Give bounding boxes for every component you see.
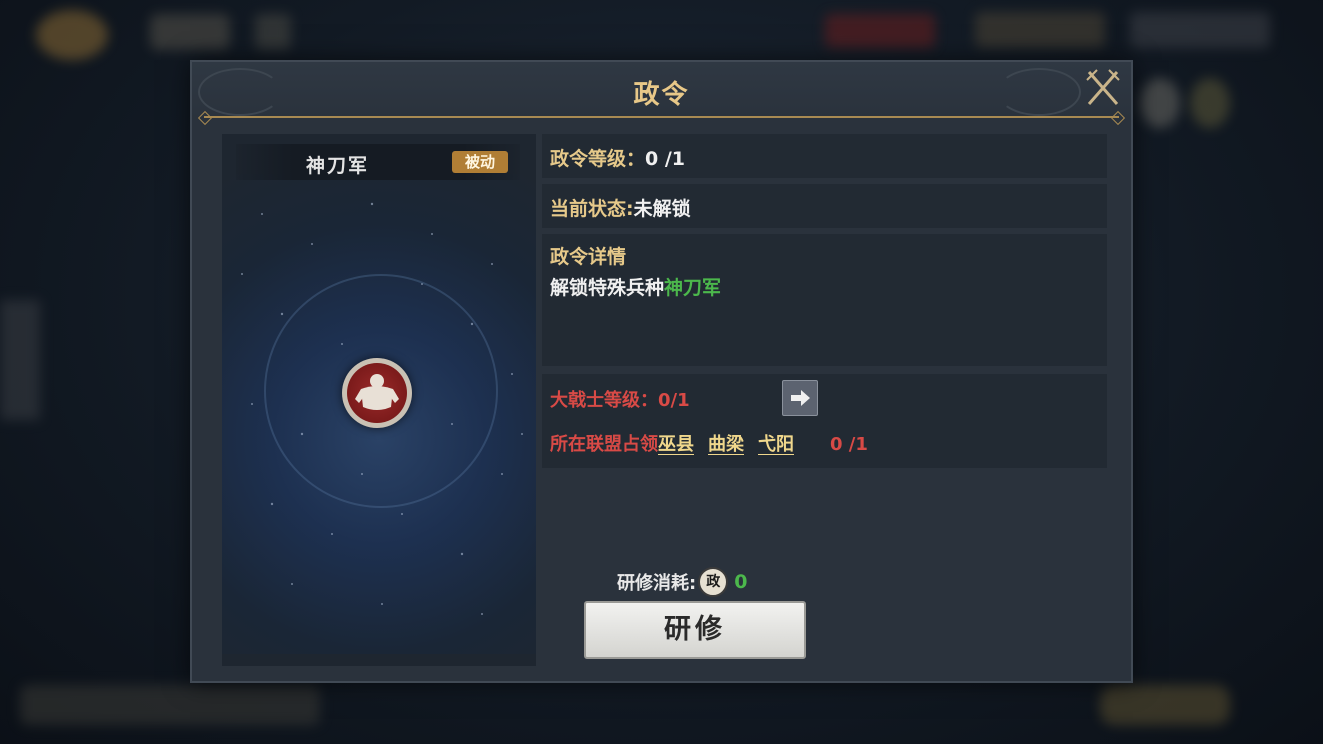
background-banner xyxy=(825,14,935,48)
city-link-yiyang[interactable]: 弋阳 xyxy=(758,434,794,455)
rank-requirement-label: 大戟士等级： xyxy=(550,390,658,411)
background-resource-bar xyxy=(1130,12,1270,48)
unit-name-bar: 神刀军 被动 xyxy=(236,144,520,180)
background-coin-icon xyxy=(36,10,108,60)
arrow-right-icon xyxy=(791,390,810,406)
decree-level-label: 政令等级： xyxy=(550,148,646,170)
current-state-value: 未解锁 xyxy=(633,198,691,220)
alliance-requirement-progress: 0 /1 xyxy=(830,434,868,455)
decree-detail-unit: 神刀军 xyxy=(664,277,722,299)
current-state-label: 当前状态: xyxy=(550,198,634,220)
background-icon xyxy=(1190,78,1230,128)
background-bottom-bar xyxy=(20,685,320,725)
header-divider xyxy=(204,116,1119,118)
decree-detail-heading: 政令详情 xyxy=(550,246,627,268)
unit-preview-panel: 神刀军 被动 xyxy=(222,134,536,666)
background-resource-bar xyxy=(975,12,1105,48)
goto-arrow-button[interactable] xyxy=(782,380,818,416)
study-cost-value: 0 xyxy=(734,571,748,593)
crossed-swords-close-icon xyxy=(1086,69,1120,105)
decree-dialog: 政令 神刀军 被动 政令等级：0 /1 当前状态:未解锁 政令详情 解锁特殊兵种… xyxy=(190,60,1133,683)
background-button xyxy=(150,14,230,50)
decree-detail-text: 解锁特殊兵种 xyxy=(550,277,665,299)
current-state-row: 当前状态:未解锁 xyxy=(542,184,1107,228)
warrior-figure-icon xyxy=(355,374,399,410)
alliance-requirement-label: 所在联盟占领 xyxy=(550,434,658,455)
city-link-quliang[interactable]: 曲梁 xyxy=(708,434,744,455)
decree-token-icon: 政 xyxy=(698,567,729,597)
decree-level-row: 政令等级：0 /1 xyxy=(542,134,1107,178)
city-link-wuxian[interactable]: 巫县 xyxy=(658,434,694,455)
background-icon xyxy=(1140,78,1180,128)
study-button[interactable]: 研修 xyxy=(584,601,806,659)
unit-name: 神刀军 xyxy=(306,155,370,177)
decree-level-value: 0 /1 xyxy=(645,148,686,170)
unit-emblem-icon[interactable] xyxy=(342,358,412,428)
rank-requirement-value: 0/1 xyxy=(658,390,690,411)
dialog-header: 政令 xyxy=(192,62,1131,120)
study-cost-label: 研修消耗: xyxy=(617,573,697,594)
close-button[interactable] xyxy=(1083,68,1123,108)
dialog-title: 政令 xyxy=(633,80,690,110)
passive-badge: 被动 xyxy=(452,151,508,173)
background-button xyxy=(255,14,291,50)
background-side-panel xyxy=(0,300,40,420)
requirements-row: 大戟士等级：0/1 所在联盟占领巫县 曲梁 弋阳 0 /1 xyxy=(542,374,1107,468)
study-cost: 研修消耗: 政 0 xyxy=(617,567,747,597)
decree-detail-row: 政令详情 解锁特殊兵种神刀军 xyxy=(542,234,1107,366)
background-bottom-button xyxy=(1100,685,1230,725)
